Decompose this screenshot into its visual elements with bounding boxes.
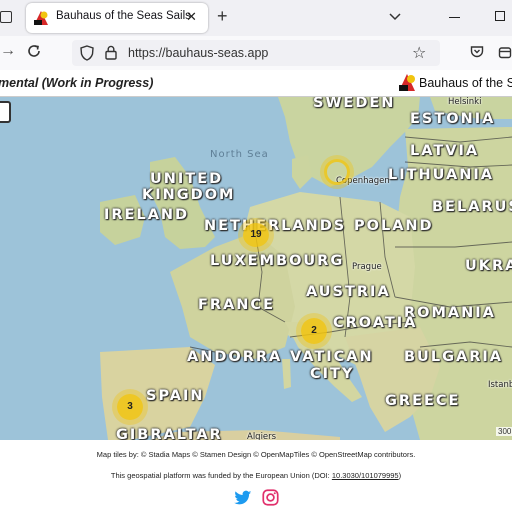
navigation-bar: → https://bauhaus-seas.app ☆	[0, 36, 512, 70]
lock-icon[interactable]	[105, 45, 117, 60]
reload-icon[interactable]	[26, 43, 42, 59]
label-poland: POLAND	[354, 218, 434, 234]
bauhaus-favicon-icon	[34, 11, 48, 25]
label-romania: ROMANIA	[404, 305, 496, 321]
label-city: CITY	[310, 366, 355, 382]
marker-cluster-portugal[interactable]: 3	[117, 394, 143, 420]
label-kingdom: KINGDOM	[142, 187, 236, 203]
map-view[interactable]: SWEDEN Helsinki ESTONIA LATVIA North Sea…	[0, 97, 512, 440]
chevron-down-icon[interactable]	[389, 10, 401, 22]
label-spain: SPAIN	[146, 388, 205, 404]
map-credits: Map tiles by: © Stadia Maps © Stamen Des…	[96, 450, 416, 459]
label-istanbul: Istanbul	[488, 380, 512, 390]
funding-suffix: )	[398, 471, 402, 480]
minimize-button[interactable]	[449, 17, 460, 19]
funding-note: This geospatial platform was funded by t…	[0, 471, 512, 480]
label-north-sea: North Sea	[210, 149, 269, 160]
label-ukra: UKRA	[465, 258, 512, 274]
page-subtitle: mental (Work in Progress)	[0, 76, 154, 90]
instagram-icon[interactable]	[262, 489, 279, 506]
label-netherlands: NETHERLANDS	[204, 218, 347, 234]
label-latvia: LATVIA	[410, 143, 480, 159]
zoom-control-button[interactable]	[0, 101, 11, 123]
forward-arrow-icon[interactable]: →	[0, 42, 16, 60]
pocket-icon[interactable]	[470, 45, 484, 59]
brand-name: Bauhaus of the Se	[419, 76, 512, 90]
tab-overview-icon[interactable]	[0, 11, 12, 23]
label-france: FRANCE	[198, 297, 275, 313]
extensions-icon[interactable]	[498, 45, 512, 59]
tracking-shield-icon[interactable]	[80, 45, 94, 61]
label-ireland: IRELAND	[104, 207, 190, 223]
label-luxembourg: LUXEMBOURG	[210, 253, 345, 269]
label-austria: AUSTRIA	[306, 284, 391, 300]
url-text[interactable]: https://bauhaus-seas.app	[128, 46, 268, 60]
active-tab[interactable]: Bauhaus of the Seas Sails ✕	[26, 3, 208, 33]
label-prague: Prague	[352, 262, 382, 272]
maximize-button[interactable]	[495, 11, 505, 21]
bookmark-star-icon[interactable]: ☆	[412, 43, 426, 63]
tab-title: Bauhaus of the Seas Sails	[56, 10, 191, 22]
label-andorra: ANDORRA	[187, 349, 283, 365]
marker-cluster-netherlands[interactable]: 19	[243, 223, 269, 247]
tab-close-icon[interactable]: ✕	[186, 9, 197, 25]
new-tab-button[interactable]: +	[217, 6, 228, 27]
tab-bar: Bauhaus of the Seas Sails ✕ +	[0, 0, 512, 36]
label-gibraltar: GIBRALTAR	[116, 427, 223, 440]
label-greece: GREECE	[385, 393, 461, 409]
twitter-icon[interactable]	[234, 490, 252, 506]
map-scale: 300	[496, 427, 512, 436]
page-header: mental (Work in Progress) Bauhaus of the…	[0, 70, 512, 97]
address-bar[interactable]: https://bauhaus-seas.app ☆	[72, 40, 440, 66]
label-belarus: BELARUS	[432, 199, 512, 215]
marker-cluster-italy[interactable]: 2	[301, 318, 327, 344]
bauhaus-logo-icon	[399, 74, 415, 91]
label-helsinki: Helsinki	[448, 97, 482, 107]
page-footer: Map tiles by: © Stadia Maps © Stamen Des…	[0, 440, 512, 512]
label-vatican: VATICAN	[290, 349, 374, 365]
label-croatia: CROATIA	[333, 315, 418, 331]
label-algiers: Algiers	[247, 432, 277, 440]
label-united: UNITED	[150, 171, 224, 187]
label-bulgaria: BULGARIA	[404, 349, 503, 365]
label-sweden: SWEDEN	[313, 97, 396, 111]
marker-cluster-copenhagen[interactable]	[324, 159, 350, 185]
funding-prefix: This geospatial platform was funded by t…	[110, 471, 332, 480]
label-lithuania: LITHUANIA	[388, 167, 494, 183]
label-estonia: ESTONIA	[410, 111, 496, 127]
doi-link[interactable]: 10.3030/101079995	[332, 471, 399, 480]
